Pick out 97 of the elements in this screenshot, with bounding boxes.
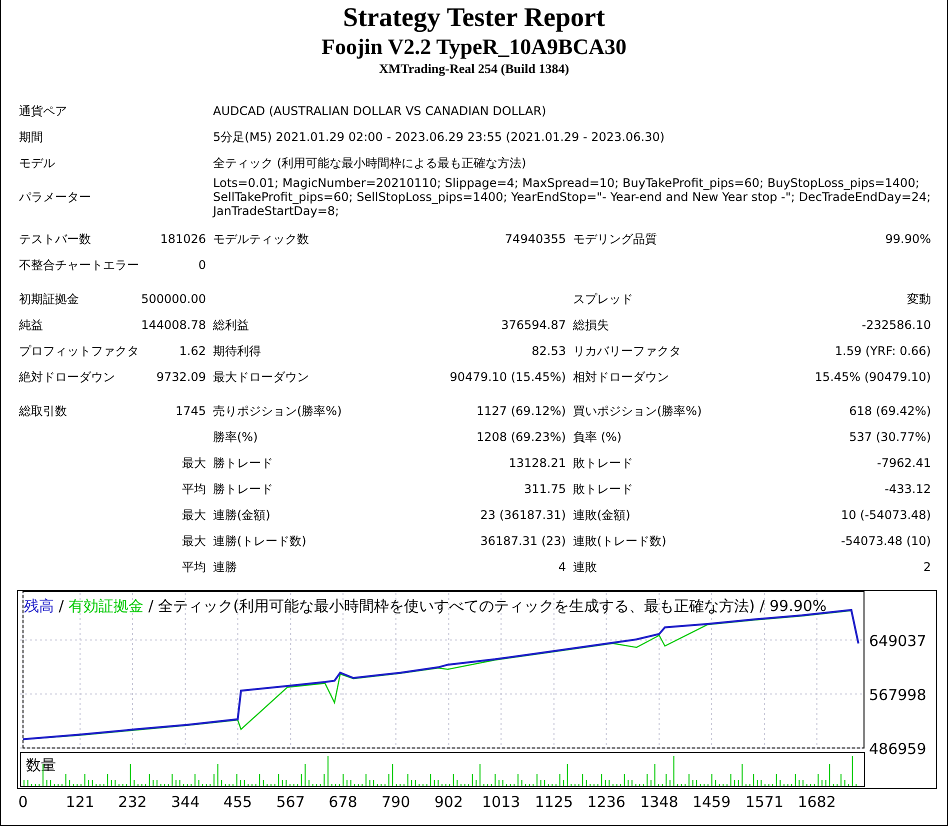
stat-value: 36187.31 (23) — [480, 534, 566, 548]
setting-value: 全ティック (利用可能な最小時間枠による最も正確な方法) — [213, 156, 526, 170]
stat-value: 1745 — [175, 404, 206, 418]
stat-value: 74940355 — [504, 232, 566, 246]
stat-value: 144008.78 — [141, 318, 206, 332]
stat-label: 勝トレード — [213, 480, 273, 498]
axis-label: 1348 — [640, 793, 678, 811]
stat-value: 0 — [198, 258, 206, 272]
stat-label: 相対ドローダウン — [573, 368, 669, 386]
report-subtitle: Foojin V2.2 TypeR_10A9BCA30 — [322, 34, 626, 60]
stat-label: スプレッド — [573, 290, 633, 308]
axis-label: 1571 — [745, 793, 784, 811]
stat-value: 82.53 — [532, 344, 566, 358]
stat-value: -433.12 — [884, 482, 931, 496]
stat-label: リカバリーファクタ — [573, 342, 681, 360]
stat-label: 敗トレード — [573, 454, 633, 472]
setting-label: 通貨ペア — [19, 102, 67, 120]
stat-label: 最大ドローダウン — [213, 368, 309, 386]
stat-value: -7962.41 — [877, 456, 931, 470]
stat-label: 敗トレード — [573, 480, 633, 498]
axis-label: 1125 — [534, 793, 574, 811]
setting-value: 5分足(M5) 2021.01.29 02:00 - 2023.06.29 23:55 (2021.01.29 - 2023.06.30) — [213, 130, 665, 144]
axis-label: 486959 — [869, 740, 926, 758]
axis-label: 567998 — [869, 686, 926, 704]
report-title: Strategy Tester Report — [343, 1, 605, 34]
stat-label: テストバー数 — [19, 230, 91, 248]
stat-value: 376594.87 — [501, 318, 566, 332]
stat-label: 総取引数 — [19, 402, 67, 420]
stat-label: 連勝 — [213, 558, 237, 576]
stat-value: 537 (30.77%) — [849, 430, 931, 444]
stat-label: 勝トレード — [213, 454, 273, 472]
stat-value: 最大 — [182, 454, 206, 472]
volume-label: 数量 — [26, 756, 56, 774]
stat-label: 連敗(金額) — [573, 506, 630, 524]
stat-value: 618 (69.42%) — [849, 404, 931, 418]
stat-value: 9732.09 — [156, 370, 206, 384]
stat-label: 連敗 — [573, 558, 597, 576]
axis-label: 567 — [276, 793, 305, 811]
axis-label: 232 — [118, 793, 147, 811]
stat-value: 1.62 — [179, 344, 206, 358]
setting-label: モデル — [19, 154, 55, 172]
setting-label: パラメーター — [19, 188, 91, 206]
setting-label: 期間 — [19, 128, 43, 146]
stat-value: 500000.00 — [141, 292, 206, 306]
stat-label: 純益 — [19, 316, 43, 334]
stat-value: 最大 — [182, 506, 206, 524]
stat-value: 10 (-54073.48) — [840, 508, 931, 522]
stat-label: 連敗(トレード数) — [573, 532, 666, 550]
stat-value: 4 — [558, 560, 566, 574]
stat-label: モデリング品質 — [573, 230, 657, 248]
axis-label: 1013 — [482, 793, 520, 811]
stat-label: 買いポジション(勝率%) — [573, 402, 702, 420]
stat-value: 90479.10 (15.45%) — [450, 370, 566, 384]
stat-value: 23 (36187.31) — [480, 508, 566, 522]
axis-label: 121 — [66, 793, 94, 811]
setting-value: Lots=0.01; MagicNumber=20210110; Slippage=4; MaxSpread=10; BuyTakeProfit_pips=60; BuyStopLoss_pips=1400; SellTakeProfit_pips=60; SellStopLoss_pips=1400; YearEndStop="- Year-end and New Year stop -"; DecTradeEndDay=24; JanTradeStartDay=8; — [213, 176, 932, 218]
chart-legend: 残高 / 有効証拠金 / 全ティック(利用可能な最小時間枠を使いすべてのティックを生成する、最も正確な方法) / 99.90% — [24, 597, 827, 615]
stat-label: 総損失 — [573, 316, 609, 334]
stat-value: 311.75 — [524, 482, 566, 496]
stat-label: 不整合チャートエラー — [19, 256, 139, 274]
stat-value: 1208 (69.23%) — [476, 430, 566, 444]
stat-value: 最大 — [182, 532, 206, 550]
stat-label: プロフィットファクタ — [19, 342, 139, 360]
setting-value: AUDCAD (AUSTRALIAN DOLLAR VS CANADIAN DOLLAR) — [213, 104, 546, 118]
axis-label: 790 — [382, 793, 410, 811]
axis-label: 344 — [171, 793, 200, 811]
stat-value: 1127 (69.12%) — [476, 404, 566, 418]
stat-label: 総利益 — [213, 316, 249, 334]
stat-label: モデルティック数 — [213, 230, 309, 248]
axis-label: 1682 — [798, 793, 836, 811]
stat-label: 絶対ドローダウン — [19, 368, 115, 386]
axis-label: 902 — [434, 793, 464, 811]
server-name: XMTrading-Real 254 (Build 1384) — [378, 60, 570, 78]
stat-value: 181026 — [160, 232, 206, 246]
axis-label: 678 — [328, 793, 358, 811]
stat-label: 負率 (%) — [573, 428, 622, 446]
stat-value: 平均 — [182, 480, 206, 498]
stat-label: 売りポジション(勝率%) — [213, 402, 342, 420]
stat-value: 99.90% — [885, 232, 931, 246]
axis-label: 649037 — [869, 632, 926, 650]
stat-value: -54073.48 (10) — [840, 534, 931, 548]
stat-label: 勝率(%) — [213, 428, 258, 446]
stat-value: 13128.21 — [508, 456, 566, 470]
stat-value: 平均 — [182, 558, 206, 576]
stat-value: 1.59 (YRF: 0.66) — [834, 344, 931, 358]
stat-label: 連勝(金額) — [213, 506, 270, 524]
axis-label: 455 — [223, 793, 252, 811]
stat-value: 変動 — [907, 290, 931, 308]
stat-label: 初期証拠金 — [19, 290, 79, 308]
axis-label: 0 — [18, 793, 28, 811]
stat-label: 連勝(トレード数) — [213, 532, 306, 550]
stat-label: 期待利得 — [213, 342, 261, 360]
stat-value: 15.45% (90479.10) — [814, 370, 931, 384]
stat-value: 2 — [923, 560, 931, 574]
axis-label: 1236 — [587, 793, 626, 811]
stat-value: -232586.10 — [862, 318, 931, 332]
axis-label: 1459 — [692, 793, 731, 811]
